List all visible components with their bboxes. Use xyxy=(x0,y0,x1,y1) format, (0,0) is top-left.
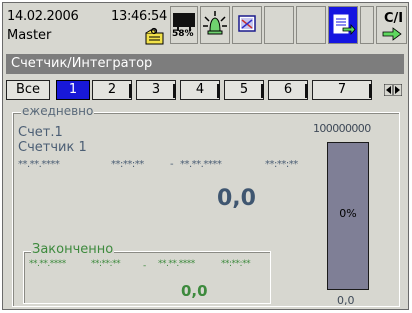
export-icon xyxy=(333,14,356,36)
tab-7-label: 7 xyxy=(337,82,347,97)
tab-all-label: Все xyxy=(15,82,41,97)
daily-time-from: **:**:** xyxy=(111,159,144,170)
daily-date-to: **.**.**** xyxy=(180,159,222,170)
status-bar: 14.02.2006 13:46:54 Master 58% C/I xyxy=(3,3,408,48)
tab-3[interactable]: 3 xyxy=(136,80,176,100)
memory-card-icon xyxy=(173,13,195,31)
folder-key-icon xyxy=(145,27,164,45)
tab-4-label: 4 xyxy=(195,82,205,97)
status-user: Master xyxy=(7,28,52,43)
finished-date-from: **.**.**** xyxy=(29,259,66,269)
tab-scroll-arrows-icon[interactable] xyxy=(384,84,402,96)
calc-button[interactable]: C/I xyxy=(376,6,407,44)
daily-range-dash: - xyxy=(170,159,174,170)
tab-5-label: 5 xyxy=(239,82,249,97)
progress-bar: 0% xyxy=(327,142,369,290)
tab-1-label: 1 xyxy=(68,82,78,97)
tab-6[interactable]: 6 xyxy=(268,80,308,100)
finished-value: 0,0 xyxy=(181,282,208,300)
tab-4[interactable]: 4 xyxy=(180,80,220,100)
finished-time-to: **:**:** xyxy=(221,259,251,269)
daily-time-to: **:**:** xyxy=(265,159,298,170)
finished-time-from: **:**:** xyxy=(91,259,121,269)
window-title-bar: Счетчик/Интегратор xyxy=(6,54,404,74)
tab-1[interactable]: 1 xyxy=(56,80,90,100)
bar-current-value: 0,0 xyxy=(337,294,355,307)
toolbar-blank-button-3[interactable] xyxy=(360,6,374,44)
daily-legend: ежедневно xyxy=(21,104,95,118)
tab-6-label: 6 xyxy=(283,82,293,97)
finished-date-to: **.**.**** xyxy=(158,259,195,269)
counter-tabs: Все 1 2 3 4 5 6 7 xyxy=(6,80,404,100)
finished-range-dash: - xyxy=(143,261,147,271)
tab-2-label: 2 xyxy=(107,82,117,97)
tab-5[interactable]: 5 xyxy=(224,80,264,100)
screen-info-button[interactable] xyxy=(232,6,262,44)
screen-info-icon xyxy=(238,15,256,32)
tab-3-label: 3 xyxy=(151,82,161,97)
daily-date-from: **.**.**** xyxy=(18,159,60,170)
calc-arrow-icon xyxy=(382,27,402,41)
status-time: 13:46:54 xyxy=(111,9,167,24)
memory-percent: 58% xyxy=(172,29,194,39)
daily-value: 0,0 xyxy=(217,186,256,211)
tab-all[interactable]: Все xyxy=(6,80,50,100)
tab-2[interactable]: 2 xyxy=(92,80,132,100)
toolbar-blank-button-2[interactable] xyxy=(296,6,326,44)
memory-button[interactable]: 58% xyxy=(170,6,198,44)
datetime-user-panel: 14.02.2006 13:46:54 Master xyxy=(7,9,167,45)
alarm-button[interactable] xyxy=(200,6,230,44)
toolbar-blank-button-1[interactable] xyxy=(264,6,294,44)
counter-label: Счетчик 1 xyxy=(18,140,87,155)
device-screen: 14.02.2006 13:46:54 Master 58% C/I Счетч… xyxy=(2,2,409,310)
finished-legend: Законченно xyxy=(31,242,115,257)
progress-bar-percent: 0% xyxy=(339,207,357,220)
window-title: Счетчик/Интегратор xyxy=(11,56,153,71)
export-button[interactable] xyxy=(328,6,358,44)
alarm-bell-icon xyxy=(203,11,227,35)
calc-label: C/I xyxy=(384,11,404,26)
tab-7[interactable]: 7 xyxy=(312,80,372,100)
bar-max-value: 100000000 xyxy=(313,122,371,135)
status-date: 14.02.2006 xyxy=(7,9,79,24)
counter-name: Счет.1 xyxy=(18,125,63,140)
